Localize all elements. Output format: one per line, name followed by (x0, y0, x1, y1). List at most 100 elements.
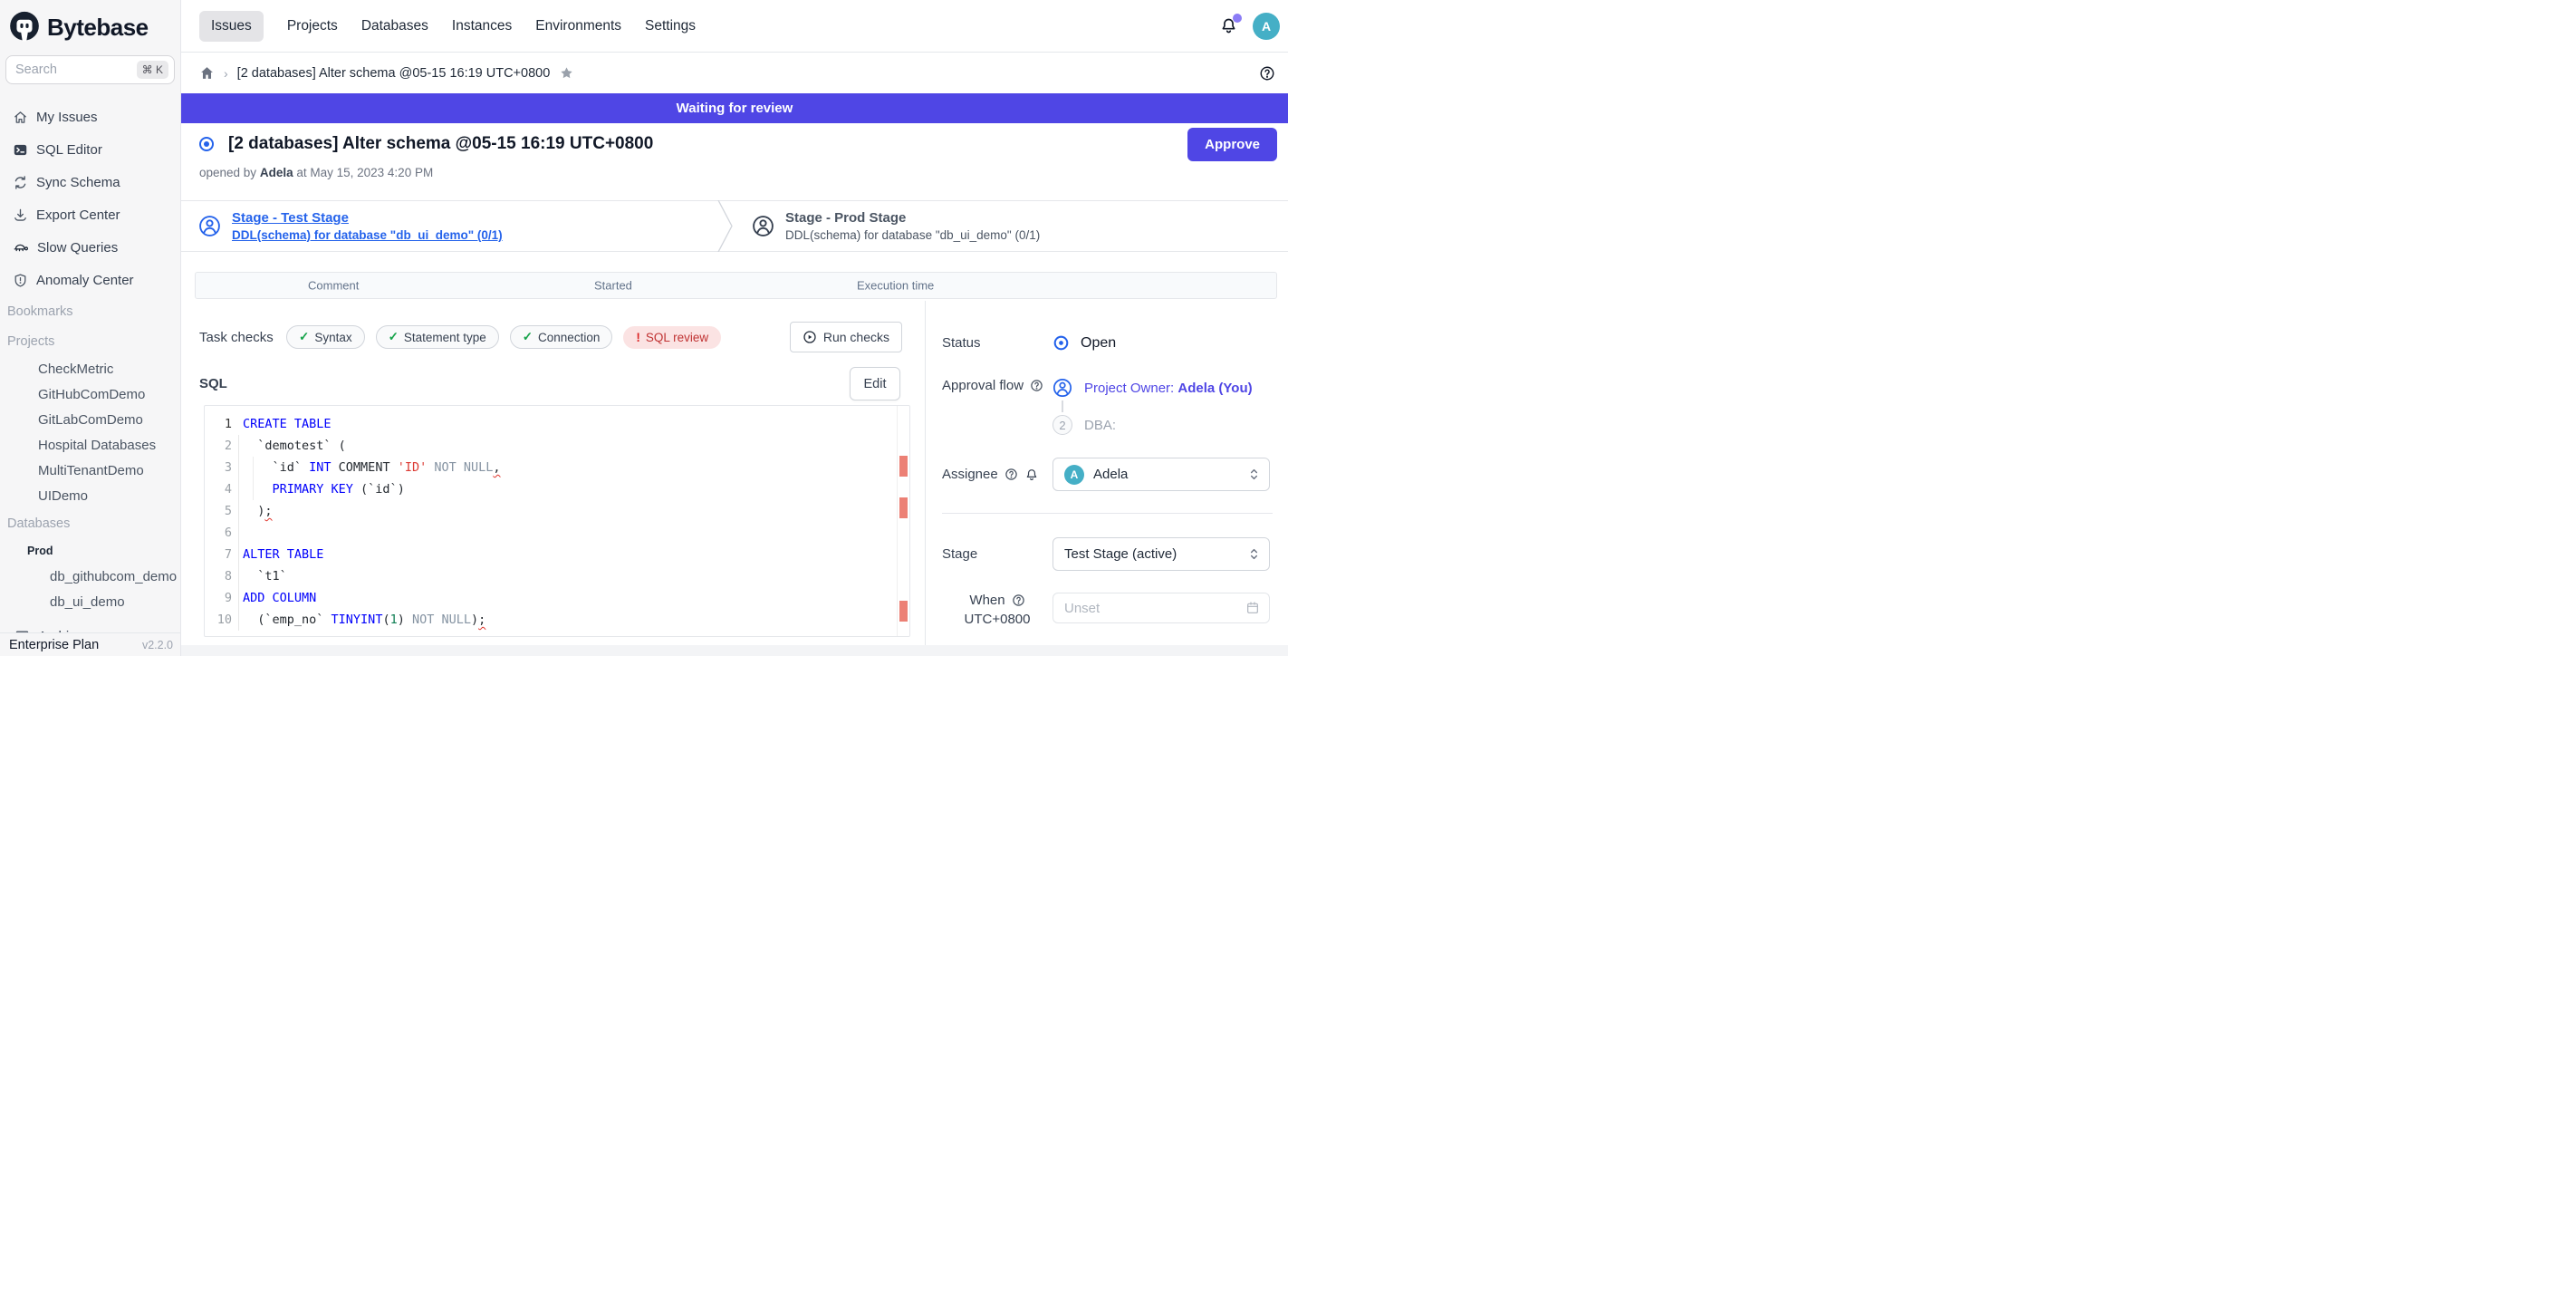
issue-author[interactable]: Adela (260, 166, 293, 179)
stage-test-stage[interactable]: Stage - Test Stage DDL(schema) for datab… (181, 210, 717, 242)
stage-select[interactable]: Test Stage (active) (1053, 537, 1270, 571)
search-box[interactable]: ⌘ K (5, 55, 175, 84)
when-datetime-field[interactable] (1053, 593, 1270, 623)
code-line: 5 ); (205, 500, 897, 522)
nav-tab-settings[interactable]: Settings (645, 11, 696, 42)
task-table-header: Comment Started Execution time (195, 272, 1277, 299)
nav-tab-instances[interactable]: Instances (452, 11, 512, 42)
check-pill-statement-type[interactable]: ✓ Statement type (376, 325, 499, 349)
sidebar-project-uidemo[interactable]: UIDemo (0, 483, 180, 508)
code-line: 3 `id` INT COMMENT 'ID' NOT NULL, (205, 457, 897, 478)
sidebar-project-hospital-databases[interactable]: Hospital Databases (0, 432, 180, 458)
shield-icon (13, 273, 28, 288)
line-number: 10 (205, 609, 232, 631)
sidebar-item-label: Slow Queries (37, 240, 118, 256)
sidebar-db-githubcom-demo[interactable]: db_githubcom_demo (0, 564, 180, 589)
nav-tab-environments[interactable]: Environments (535, 11, 621, 42)
sidebar-item-label: SQL Editor (36, 142, 102, 158)
line-number: 2 (205, 435, 232, 457)
code-line: 2 `demotest` ( (205, 435, 897, 457)
question-circle-icon (1012, 593, 1025, 607)
error-ruler-mark (899, 601, 908, 622)
column-execution-time: Execution time (857, 279, 934, 293)
code-text: PRIMARY KEY (`id`) (243, 478, 405, 500)
when-input[interactable] (1064, 601, 1218, 616)
stage-chevron-separator (717, 200, 734, 252)
sidebar-item-sync-schema[interactable]: Sync Schema (0, 166, 180, 198)
opened-at-text: at May 15, 2023 4:20 PM (296, 166, 433, 179)
sync-icon (13, 175, 28, 190)
person-circle-icon (752, 215, 774, 237)
approval-flow-label: Approval flow (942, 378, 1053, 393)
nav-tab-projects[interactable]: Projects (287, 11, 338, 42)
line-number: 4 (205, 478, 232, 500)
when-text: When (969, 593, 1004, 608)
approve-button[interactable]: Approve (1187, 128, 1277, 161)
sidebar-item-export-center[interactable]: Export Center (0, 198, 180, 231)
line-number: 3 (205, 457, 232, 478)
edit-sql-button[interactable]: Edit (850, 367, 900, 400)
sidebar-item-sql-editor[interactable]: SQL Editor (0, 133, 180, 166)
help-icon[interactable] (1259, 65, 1275, 82)
search-input[interactable] (15, 63, 115, 77)
question-circle-icon (1004, 468, 1018, 481)
stage-task-link[interactable]: DDL(schema) for database "db_ui_demo" (0… (232, 228, 503, 242)
code-text: `id` INT COMMENT 'ID' NOT NULL, (243, 457, 501, 478)
run-checks-button[interactable]: Run checks (790, 322, 902, 352)
topbar-right: A (1219, 13, 1280, 40)
nav-tab-databases[interactable]: Databases (361, 11, 428, 42)
approval-step-1[interactable]: Project Owner: Adela (You) (1053, 378, 1253, 398)
sidebar-project-checkmetric[interactable]: CheckMetric (0, 356, 180, 381)
sidebar-item-label: Export Center (36, 207, 120, 223)
sidebar-project-multitenantdemo[interactable]: MultiTenantDemo (0, 458, 180, 483)
notification-bell-icon[interactable] (1219, 16, 1238, 35)
breadcrumb-home-icon[interactable] (199, 65, 215, 81)
sidebar-projects-list: CheckMetric GitHubComDemo GitLabComDemo … (0, 356, 180, 508)
when-row: When UTC+0800 (942, 593, 1277, 627)
notify-bell-icon[interactable] (1024, 468, 1039, 482)
sidebar-nav: My Issues SQL Editor Sync Schema Export … (0, 101, 180, 296)
when-label: When UTC+0800 (942, 593, 1053, 627)
sidebar: Bytebase ⌘ K My Issues SQL Editor Sync S… (0, 0, 181, 656)
stage-label: Stage (942, 546, 1053, 562)
assignee-label: Assignee (942, 467, 1053, 482)
sql-code-editor[interactable]: 1CREATE TABLE2 `demotest` (3 `id` INT CO… (204, 405, 910, 637)
brand-logo[interactable]: Bytebase (0, 0, 180, 44)
user-avatar[interactable]: A (1253, 13, 1280, 40)
code-line: 10 (`emp_no` TINYINT(1) NOT NULL); (205, 609, 897, 631)
editor-scrollbar[interactable] (897, 406, 909, 636)
sidebar-project-gitlabcomdemo[interactable]: GitLabComDemo (0, 407, 180, 432)
breadcrumb-issue-title[interactable]: [2 databases] Alter schema @05-15 16:19 … (237, 66, 551, 81)
sidebar-db-ui-demo[interactable]: db_ui_demo (0, 589, 180, 614)
assignee-select[interactable]: A Adela (1053, 458, 1270, 491)
indent-guide (253, 457, 254, 500)
sidebar-item-slow-queries[interactable]: Slow Queries (0, 231, 180, 264)
stage-task: DDL(schema) for database "db_ui_demo" (0… (785, 228, 1040, 242)
question-circle-icon (1030, 379, 1043, 392)
code-line: 1CREATE TABLE (205, 413, 897, 435)
run-checks-label: Run checks (823, 330, 889, 344)
check-pill-connection[interactable]: ✓ Connection (510, 325, 613, 349)
check-label: Syntax (314, 331, 351, 344)
approval-flow-row: Approval flow Project Owner: Adela (You)… (942, 378, 1277, 435)
step-connector (1062, 400, 1063, 412)
sidebar-project-githubcomdemo[interactable]: GitHubComDemo (0, 381, 180, 407)
code-text: ALTER TABLE (243, 544, 323, 565)
code-text: ); (243, 500, 273, 522)
bookmark-star-icon[interactable] (559, 65, 574, 81)
sidebar-item-label: My Issues (36, 110, 98, 125)
person-circle-icon (198, 215, 221, 237)
sidebar-item-anomaly-center[interactable]: Anomaly Center (0, 264, 180, 296)
stage-name-link[interactable]: Stage - Test Stage (232, 210, 503, 226)
sidebar-item-my-issues[interactable]: My Issues (0, 101, 180, 133)
stage-prod-stage[interactable]: Stage - Prod Stage DDL(schema) for datab… (734, 210, 1288, 242)
status-row: Status Open (942, 334, 1277, 352)
sidebar-item-label: Sync Schema (36, 175, 120, 190)
check-pill-syntax[interactable]: ✓ Syntax (286, 325, 365, 349)
issue-open-status-icon (199, 137, 214, 151)
check-label: SQL review (646, 331, 708, 344)
breadcrumb-separator: › (224, 66, 228, 81)
person-circle-icon (1053, 378, 1072, 398)
nav-tab-issues[interactable]: Issues (199, 11, 264, 42)
check-pill-sql-review[interactable]: ! SQL review (623, 326, 721, 349)
